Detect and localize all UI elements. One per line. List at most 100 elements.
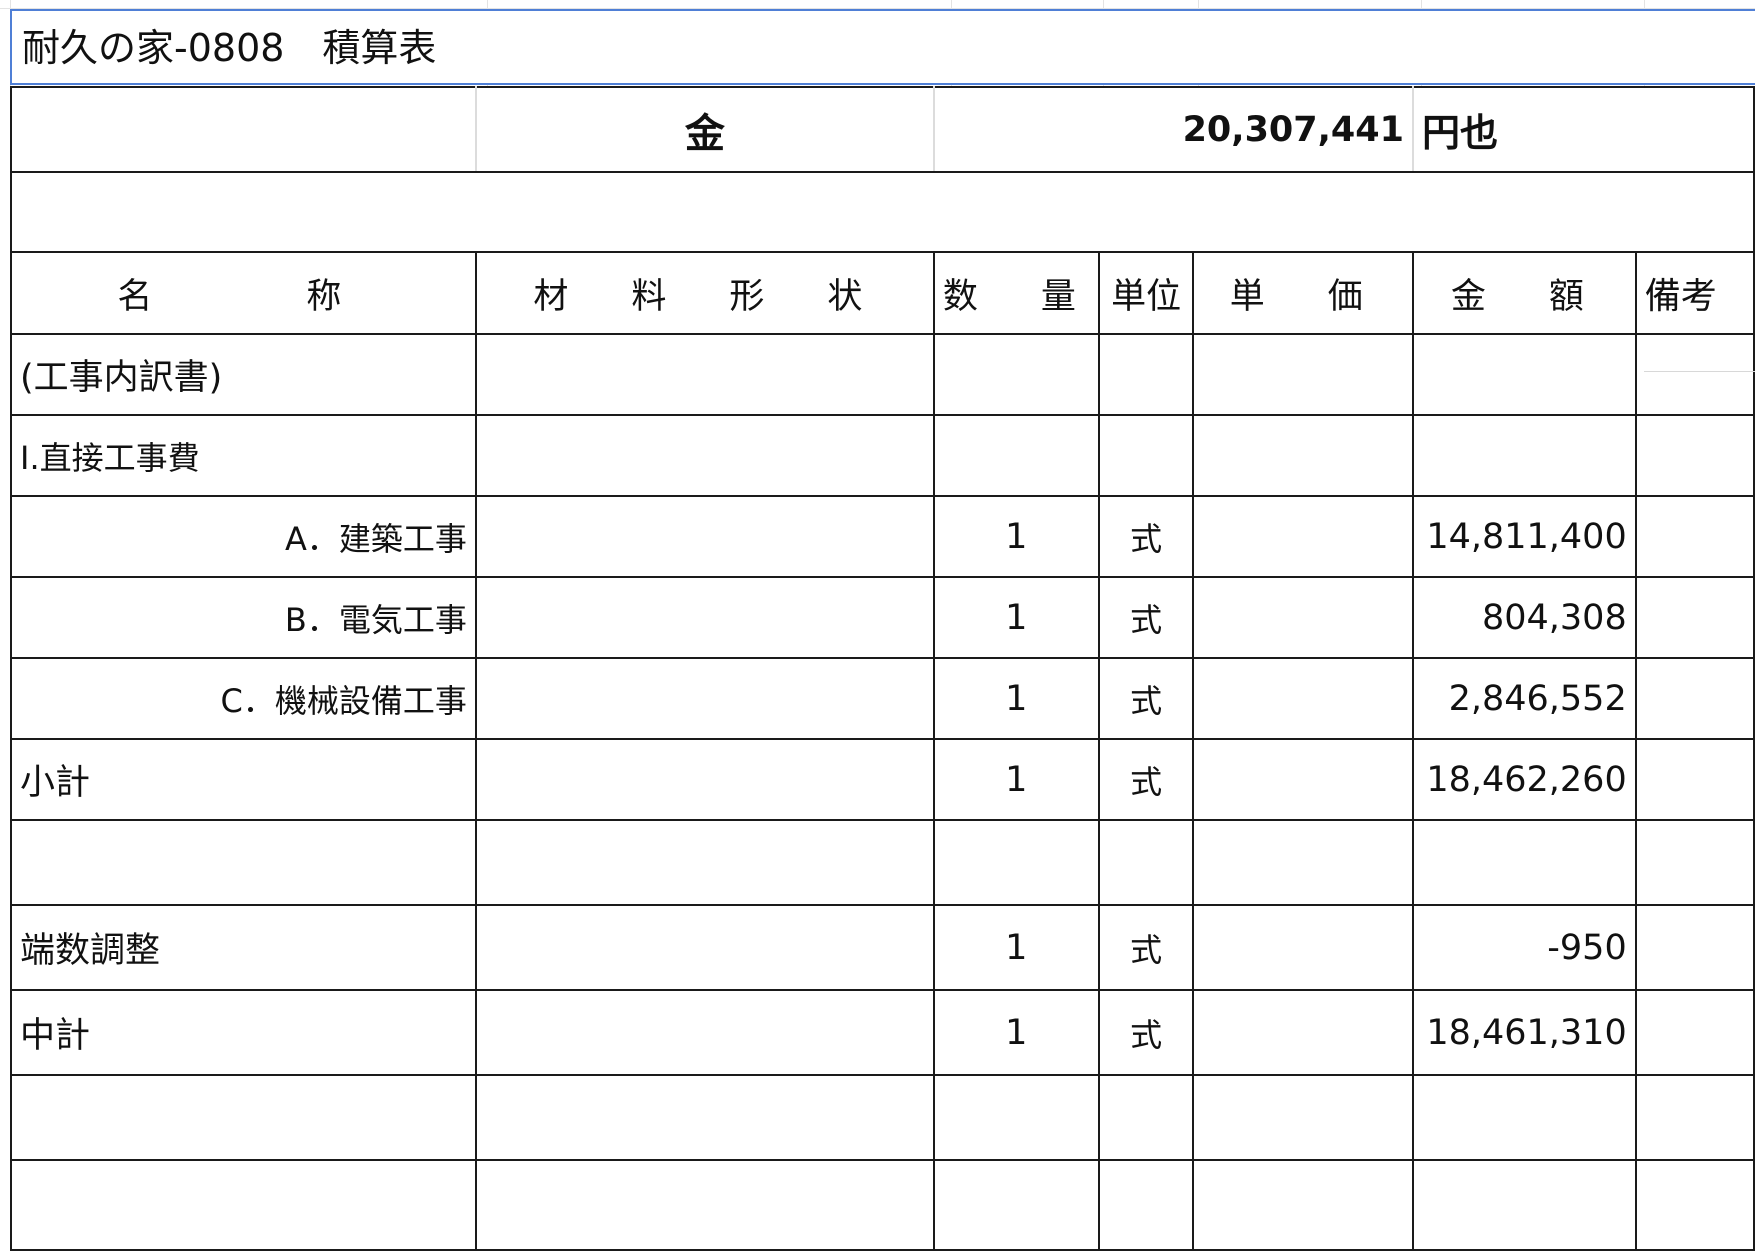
- remarks-cell[interactable]: [1634, 738, 1755, 821]
- spec-cell[interactable]: [474, 1074, 935, 1161]
- unit-price-cell[interactable]: [1192, 904, 1414, 991]
- name-cell[interactable]: C．機械設備工事: [10, 657, 477, 740]
- unit-cell[interactable]: [1097, 1074, 1195, 1161]
- remarks-cell[interactable]: [1634, 819, 1755, 906]
- name-cell[interactable]: 中計: [10, 989, 477, 1076]
- column-header-name[interactable]: 名 称: [10, 251, 477, 335]
- spec-cell[interactable]: [474, 1159, 935, 1251]
- unit-cell[interactable]: [1097, 414, 1195, 497]
- unit-cell[interactable]: [1097, 333, 1195, 416]
- unit-cell[interactable]: [1097, 1159, 1195, 1251]
- spec-cell[interactable]: [474, 989, 935, 1076]
- total-amount-cell[interactable]: 20,307,441: [932, 86, 1415, 173]
- spec-cell[interactable]: [474, 333, 935, 416]
- unit-cell[interactable]: 式: [1097, 738, 1195, 821]
- spec-cell[interactable]: [474, 657, 935, 740]
- unit-cell[interactable]: 式: [1097, 989, 1195, 1076]
- column-header-amount[interactable]: 金 額: [1412, 251, 1637, 335]
- unit-price-cell[interactable]: [1192, 576, 1414, 659]
- spec-cell[interactable]: [474, 414, 935, 497]
- table-row: (工事内訳書): [10, 333, 1755, 416]
- qty-cell[interactable]: 1: [932, 904, 1100, 991]
- table-row: C．機械設備工事 1 式 2,846,552: [10, 657, 1755, 740]
- spec-cell[interactable]: [474, 738, 935, 821]
- amount-cell[interactable]: [1412, 1159, 1637, 1251]
- qty-cell[interactable]: [932, 1074, 1100, 1161]
- column-header-unit[interactable]: 単位: [1097, 251, 1195, 335]
- column-header-qty[interactable]: 数 量: [932, 251, 1100, 335]
- spec-cell[interactable]: [474, 576, 935, 659]
- remarks-cell[interactable]: [1634, 414, 1755, 497]
- total-suffix: 円也: [1422, 111, 1499, 155]
- column-header-spec[interactable]: 材 料 形 状: [474, 251, 935, 335]
- spec-cell[interactable]: [474, 495, 935, 578]
- unit-price-cell[interactable]: [1192, 819, 1414, 906]
- name-cell[interactable]: A．建築工事: [10, 495, 477, 578]
- remarks-cell[interactable]: [1634, 904, 1755, 991]
- amount-cell[interactable]: 18,462,260: [1412, 738, 1637, 821]
- qty-cell[interactable]: [932, 414, 1100, 497]
- qty-cell[interactable]: 1: [932, 738, 1100, 821]
- name-cell[interactable]: (工事内訳書): [10, 333, 477, 416]
- merged-cell-divider: [1644, 371, 1755, 372]
- column-header-unit-price[interactable]: 単 価: [1192, 251, 1414, 335]
- unit-price-cell[interactable]: [1192, 495, 1414, 578]
- name-cell[interactable]: 小計: [10, 738, 477, 821]
- unit-price-cell[interactable]: [1192, 989, 1414, 1076]
- column-header-remarks[interactable]: 備考: [1634, 251, 1755, 335]
- unit-price-cell[interactable]: [1192, 414, 1414, 497]
- qty-cell[interactable]: [932, 333, 1100, 416]
- qty-cell[interactable]: [932, 1159, 1100, 1251]
- sheet-title-cell[interactable]: 耐久の家-0808 積算表: [10, 9, 1755, 85]
- table-row: A．建築工事 1 式 14,811,400: [10, 495, 1755, 578]
- cell[interactable]: [10, 86, 477, 173]
- amount-cell[interactable]: 14,811,400: [1412, 495, 1637, 578]
- amount-cell[interactable]: 18,461,310: [1412, 989, 1637, 1076]
- name-cell[interactable]: Ⅰ.直接工事費: [10, 414, 477, 497]
- spec-cell[interactable]: [474, 819, 935, 906]
- qty-cell[interactable]: 1: [932, 495, 1100, 578]
- remarks-cell[interactable]: [1634, 657, 1755, 740]
- name-cell[interactable]: B．電気工事: [10, 576, 477, 659]
- remarks-cell[interactable]: [1634, 333, 1755, 416]
- remarks-cell[interactable]: [1634, 1074, 1755, 1161]
- amount-cell[interactable]: [1412, 333, 1637, 416]
- unit-price-cell[interactable]: [1192, 1074, 1414, 1161]
- total-suffix-cell[interactable]: 円也: [1412, 86, 1755, 173]
- remarks-cell[interactable]: [1634, 576, 1755, 659]
- name-cell[interactable]: [10, 1159, 477, 1251]
- name-cell[interactable]: [10, 819, 477, 906]
- table-row: [10, 1074, 1755, 1161]
- total-label-cell[interactable]: 金: [474, 86, 935, 173]
- amount-cell[interactable]: 804,308: [1412, 576, 1637, 659]
- total-row: 金 20,307,441 円也: [10, 86, 1755, 173]
- amount-cell[interactable]: -950: [1412, 904, 1637, 991]
- remarks-cell[interactable]: [1634, 495, 1755, 578]
- sheet-title: 耐久の家-0808 積算表: [22, 26, 437, 70]
- cell[interactable]: [10, 171, 1755, 253]
- unit-cell[interactable]: 式: [1097, 904, 1195, 991]
- unit-cell[interactable]: 式: [1097, 657, 1195, 740]
- unit-price-cell[interactable]: [1192, 333, 1414, 416]
- qty-cell[interactable]: 1: [932, 989, 1100, 1076]
- remarks-cell[interactable]: [1634, 989, 1755, 1076]
- amount-cell[interactable]: 2,846,552: [1412, 657, 1637, 740]
- unit-cell[interactable]: 式: [1097, 495, 1195, 578]
- amount-cell[interactable]: [1412, 819, 1637, 906]
- spec-cell[interactable]: [474, 904, 935, 991]
- remarks-cell[interactable]: [1634, 1159, 1755, 1251]
- unit-price-cell[interactable]: [1192, 657, 1414, 740]
- qty-cell[interactable]: 1: [932, 657, 1100, 740]
- name-cell[interactable]: 端数調整: [10, 904, 477, 991]
- unit-price-cell[interactable]: [1192, 738, 1414, 821]
- name-cell[interactable]: [10, 1074, 477, 1161]
- header-row: 名 称 材 料 形 状 数 量 単位 単 価 金 額 備考: [10, 251, 1755, 335]
- amount-cell[interactable]: [1412, 414, 1637, 497]
- unit-cell[interactable]: 式: [1097, 576, 1195, 659]
- unit-cell[interactable]: [1097, 819, 1195, 906]
- qty-cell[interactable]: [932, 819, 1100, 906]
- qty-cell[interactable]: 1: [932, 576, 1100, 659]
- amount-cell[interactable]: [1412, 1074, 1637, 1161]
- unit-price-cell[interactable]: [1192, 1159, 1414, 1251]
- estimate-table: 金 20,307,441 円也 名 称 材 料 形 状 数 量 単位 単 価 金…: [10, 86, 1755, 1251]
